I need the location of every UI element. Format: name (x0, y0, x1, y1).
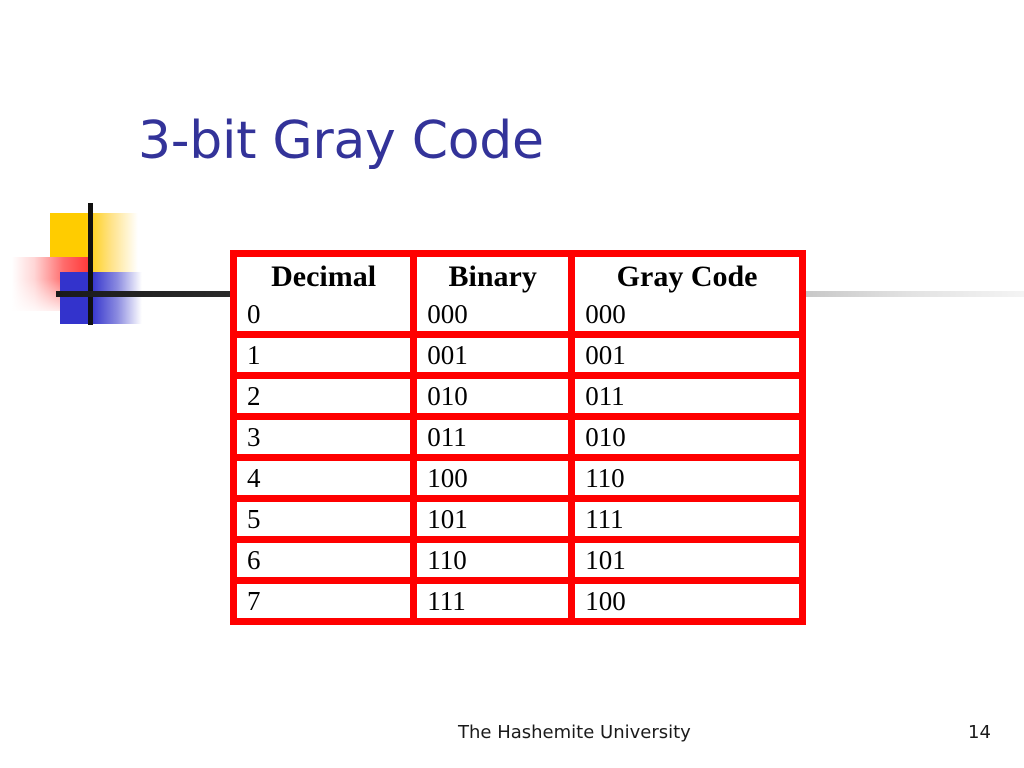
page-title: 3-bit Gray Code (138, 111, 544, 171)
table-body: 0 000 000 1 001 001 2 010 011 3 011 010 … (237, 297, 799, 618)
cell-decimal: 0 (237, 297, 418, 338)
cell-decimal: 7 (237, 584, 418, 618)
cell-gray-code: 010 (575, 420, 799, 461)
cell-decimal: 1 (237, 338, 418, 379)
cell-gray-code: 101 (575, 543, 799, 584)
cell-gray-code: 011 (575, 379, 799, 420)
gray-code-table: Decimal Binary Gray Code 0 000 000 1 001… (230, 250, 806, 625)
cell-gray-code: 111 (575, 502, 799, 543)
cell-binary: 110 (417, 543, 576, 584)
cell-binary: 111 (417, 584, 576, 618)
decoration-blue-block (60, 272, 142, 324)
cell-binary: 101 (417, 502, 576, 543)
table-row: 4 100 110 (237, 461, 799, 502)
cell-binary: 001 (417, 338, 576, 379)
cell-gray-code: 110 (575, 461, 799, 502)
column-header-binary: Binary (417, 257, 576, 297)
table-row: 7 111 100 (237, 584, 799, 618)
cell-binary: 100 (417, 461, 576, 502)
table-header: Decimal Binary Gray Code (237, 257, 799, 297)
table-header-row: Decimal Binary Gray Code (237, 257, 799, 297)
cell-binary: 011 (417, 420, 576, 461)
cell-binary: 010 (417, 379, 576, 420)
cell-binary: 000 (417, 297, 576, 338)
footer-university-label: The Hashemite University (458, 722, 691, 743)
decoration-vertical-rule (88, 203, 93, 325)
column-header-decimal: Decimal (237, 257, 418, 297)
cell-gray-code: 100 (575, 584, 799, 618)
table-row: 3 011 010 (237, 420, 799, 461)
table-row: 5 101 111 (237, 502, 799, 543)
table-row: 0 000 000 (237, 297, 799, 338)
table-row: 6 110 101 (237, 543, 799, 584)
cell-gray-code: 001 (575, 338, 799, 379)
cell-decimal: 2 (237, 379, 418, 420)
cell-decimal: 4 (237, 461, 418, 502)
cell-gray-code: 000 (575, 297, 799, 338)
table-row: 1 001 001 (237, 338, 799, 379)
column-header-gray-code: Gray Code (575, 257, 799, 297)
table-row: 2 010 011 (237, 379, 799, 420)
cell-decimal: 6 (237, 543, 418, 584)
cell-decimal: 3 (237, 420, 418, 461)
footer-page-number: 14 (968, 722, 991, 743)
slide-canvas: { "slide": { "title": "3-bit Gray Code",… (0, 0, 1024, 768)
cell-decimal: 5 (237, 502, 418, 543)
